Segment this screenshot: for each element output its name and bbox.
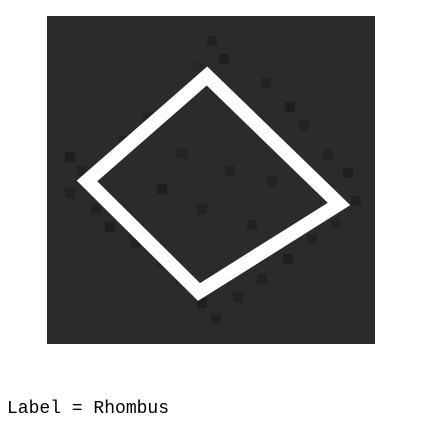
rhombus-image <box>47 16 375 344</box>
image-caption: Label = Rhombus <box>7 399 170 419</box>
rhombus-svg <box>47 16 375 344</box>
